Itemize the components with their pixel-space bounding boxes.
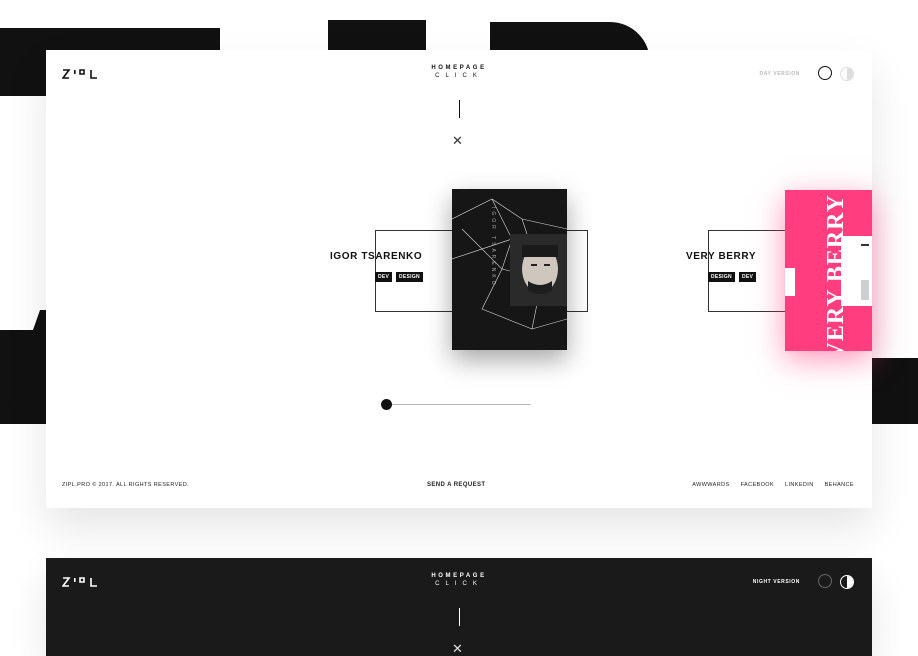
night-version-screen: HOMEPAGE CLICK ✕ NIGHT VERSION xyxy=(46,558,872,656)
day-mode-toggle[interactable] xyxy=(818,574,832,588)
nav-title: HOMEPAGE xyxy=(431,65,487,71)
link-behance[interactable]: BEHANCE xyxy=(825,482,854,488)
night-mode-toggle[interactable] xyxy=(840,575,854,589)
link-facebook[interactable]: FACEBOOK xyxy=(741,482,774,488)
social-links: AWWWARDS FACEBOOK LINKEDIN BEHANCE xyxy=(692,482,854,488)
tag-design: DESIGN xyxy=(396,272,423,282)
card-preview xyxy=(841,236,872,306)
slide-title-2[interactable]: VERY BERRY xyxy=(686,251,756,262)
zipl-logo[interactable] xyxy=(62,576,100,588)
send-request-link[interactable]: SEND A REQUEST xyxy=(427,482,486,488)
tag-dev-2: DEV xyxy=(739,272,757,282)
card-line-art xyxy=(451,198,568,330)
nav-title: HOMEPAGE xyxy=(431,573,487,579)
copyright-text: ZIPL.PRO © 2017. ALL RIGHTS RESERVED. xyxy=(62,482,190,488)
nav-subtitle: CLICK xyxy=(435,73,483,79)
tag-design-2: DESIGN xyxy=(708,272,735,282)
link-awwwards[interactable]: AWWWARDS xyxy=(692,482,729,488)
tag-dev: DEV xyxy=(375,272,393,282)
slide-frame-right xyxy=(567,230,588,312)
version-label: DAY VERSION xyxy=(759,71,800,77)
day-version-screen: HOMEPAGE CLICK ✕ DAY VERSION IGOR TSAREN… xyxy=(46,50,872,508)
slide-frame-left xyxy=(375,230,453,312)
slider-track[interactable] xyxy=(388,404,531,405)
slide-frame-left-2 xyxy=(708,230,786,312)
day-mode-toggle[interactable] xyxy=(818,66,832,80)
version-label: NIGHT VERSION xyxy=(752,579,800,585)
nav-divider-line xyxy=(459,608,460,626)
card-vertical-text: IGOR TSARENKO xyxy=(490,207,496,288)
project-card-very-berry[interactable]: VERY BERRY xyxy=(785,190,872,351)
zipl-logo[interactable] xyxy=(62,68,100,80)
nav-subtitle: CLICK xyxy=(435,581,483,587)
nav-divider-line xyxy=(459,100,460,118)
homepage-nav[interactable]: HOMEPAGE CLICK xyxy=(431,573,486,587)
project-card-igor[interactable]: IGOR TSARENKO xyxy=(451,189,568,350)
link-linkedin[interactable]: LINKEDIN xyxy=(785,482,814,488)
slide-title[interactable]: IGOR TSARENKO xyxy=(330,251,422,262)
close-icon[interactable]: ✕ xyxy=(452,134,463,147)
homepage-nav[interactable]: HOMEPAGE CLICK xyxy=(431,65,486,79)
night-mode-toggle[interactable] xyxy=(840,67,854,81)
card-accent xyxy=(785,268,795,296)
slider-knob[interactable] xyxy=(381,399,392,410)
close-icon[interactable]: ✕ xyxy=(452,642,463,655)
